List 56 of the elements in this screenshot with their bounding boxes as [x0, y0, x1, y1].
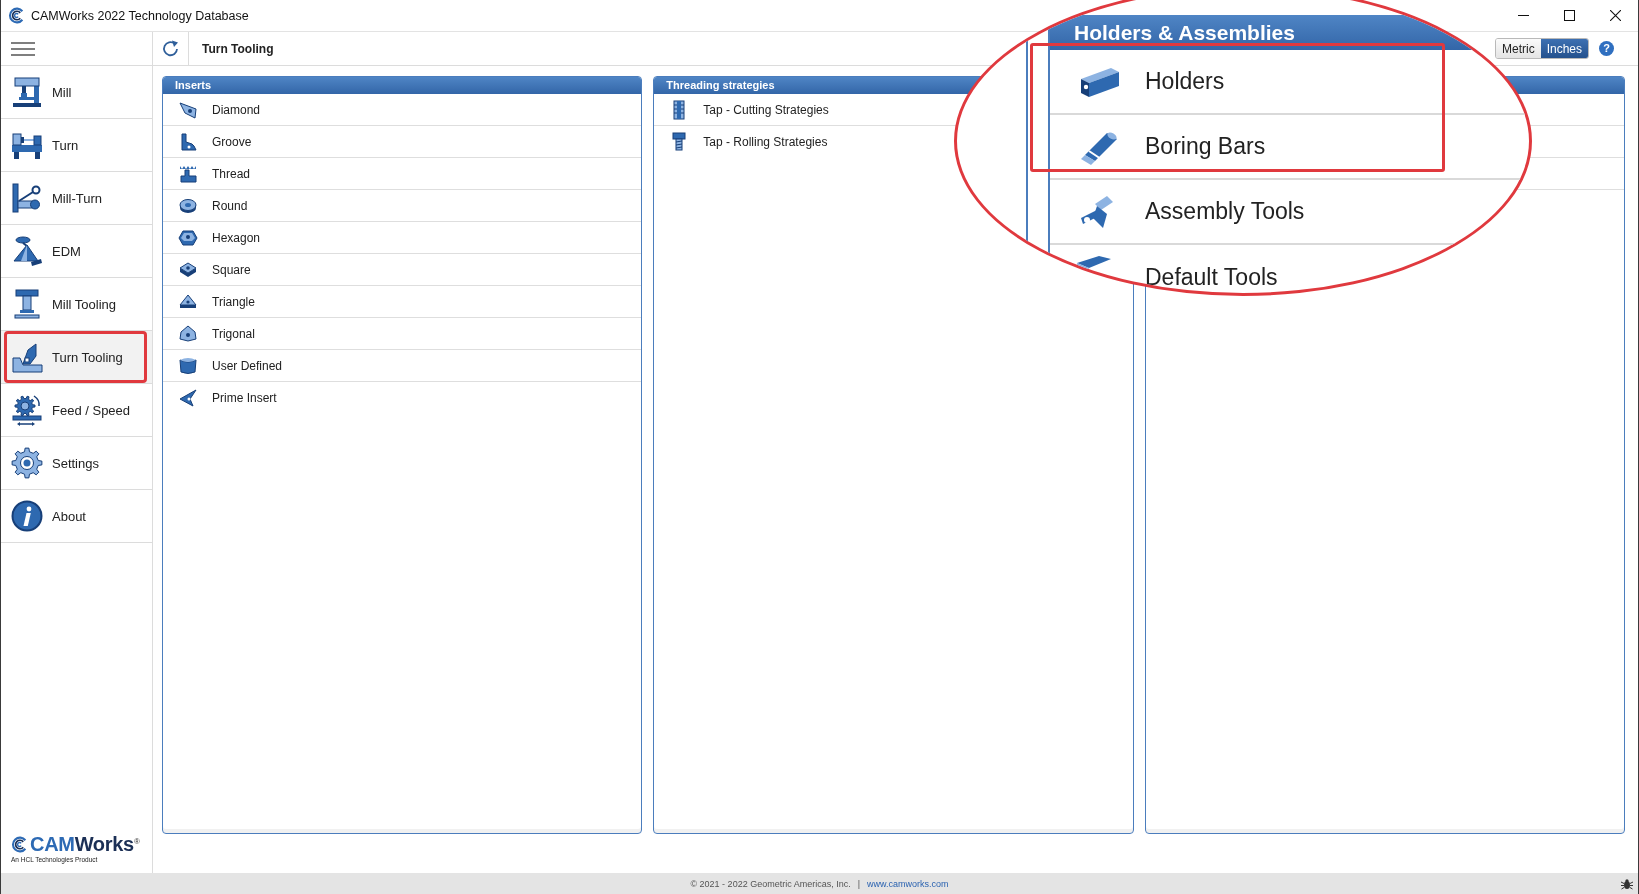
list-item[interactable]: Tap - Rolling Strategies [669, 129, 838, 155]
list-item[interactable]: Diamond [178, 96, 271, 123]
screw-icon [672, 132, 687, 152]
bug-icon[interactable] [1621, 877, 1633, 890]
swirl-logo-icon [11, 835, 28, 853]
list-item[interactable]: Square [178, 256, 261, 283]
hexagon-insert-icon [178, 227, 198, 248]
separator-text: | [857, 878, 860, 889]
sidebar-item[interactable]: Feed / Speed [1, 384, 152, 437]
groove-insert-icon [178, 131, 198, 152]
unit-toggle[interactable]: Inches [1540, 39, 1588, 58]
sidebar-item[interactable]: Turn Tooling [1, 331, 152, 384]
list-item[interactable]: Prime Insert [178, 385, 287, 411]
drill-press-icon [11, 76, 43, 108]
page-title: Turn Tooling [201, 41, 274, 56]
settings-icon [11, 447, 43, 479]
turning-tool-icon [11, 341, 43, 373]
window-title: CAMWorks 2022 Technology Database [31, 8, 249, 23]
list-item[interactable]: Hexagon [178, 224, 271, 251]
sidebar-item[interactable]: Mill Tooling [1, 278, 152, 331]
website-link[interactable]: www.camworks.com [867, 878, 949, 889]
logo-wordmark: CAMWorks$^{®}$ [30, 834, 140, 854]
tool-holder-icon [11, 288, 43, 320]
machine-arm-icon [11, 182, 43, 214]
app-logo-icon [8, 7, 25, 24]
list-item: Assembly Tools [1050, 180, 1529, 245]
gear-arrows-icon [11, 394, 43, 426]
sidebar-item[interactable]: Settings [1, 437, 152, 490]
menu-icon[interactable] [11, 41, 35, 56]
list-item[interactable]: Triangle [178, 288, 265, 315]
trigonal-insert-icon [178, 323, 198, 344]
list-item: Boring Bars [1050, 115, 1529, 180]
sidebar-item[interactable]: About [1, 490, 152, 543]
list-item: Default Tools [1050, 245, 1529, 293]
list-item[interactable]: Tap - Cutting Strategies [669, 96, 839, 123]
list-item[interactable]: Thread [178, 160, 261, 187]
close-icon[interactable] [1609, 10, 1621, 21]
sidebar-item[interactable]: Turn [1, 119, 152, 172]
list-item[interactable]: Trigonal [178, 320, 265, 347]
three-point-star-icon [178, 388, 198, 408]
panel-header: Inserts [163, 77, 642, 94]
copyright-text: © 2021 - 2022 Geometric Americas, Inc. [690, 878, 851, 889]
list-item[interactable]: Round [178, 192, 258, 219]
refresh-icon[interactable] [160, 38, 181, 59]
help-button[interactable]: ? [1599, 41, 1614, 56]
sidebar-item[interactable]: Mill-Turn [1, 172, 152, 225]
maximize-icon[interactable] [1563, 10, 1575, 21]
info-icon [11, 500, 43, 532]
list-item[interactable]: Groove [178, 128, 262, 155]
list-item[interactable]: User Defined [178, 352, 293, 379]
sidebar-item[interactable]: EDM [1, 225, 152, 278]
striped-cylinder-icon [672, 99, 687, 120]
sidebar-item[interactable]: Mill [1, 66, 152, 119]
diamond-insert-icon [178, 99, 198, 120]
cup-insert-icon [178, 355, 198, 376]
cone-machine-icon [11, 235, 43, 267]
